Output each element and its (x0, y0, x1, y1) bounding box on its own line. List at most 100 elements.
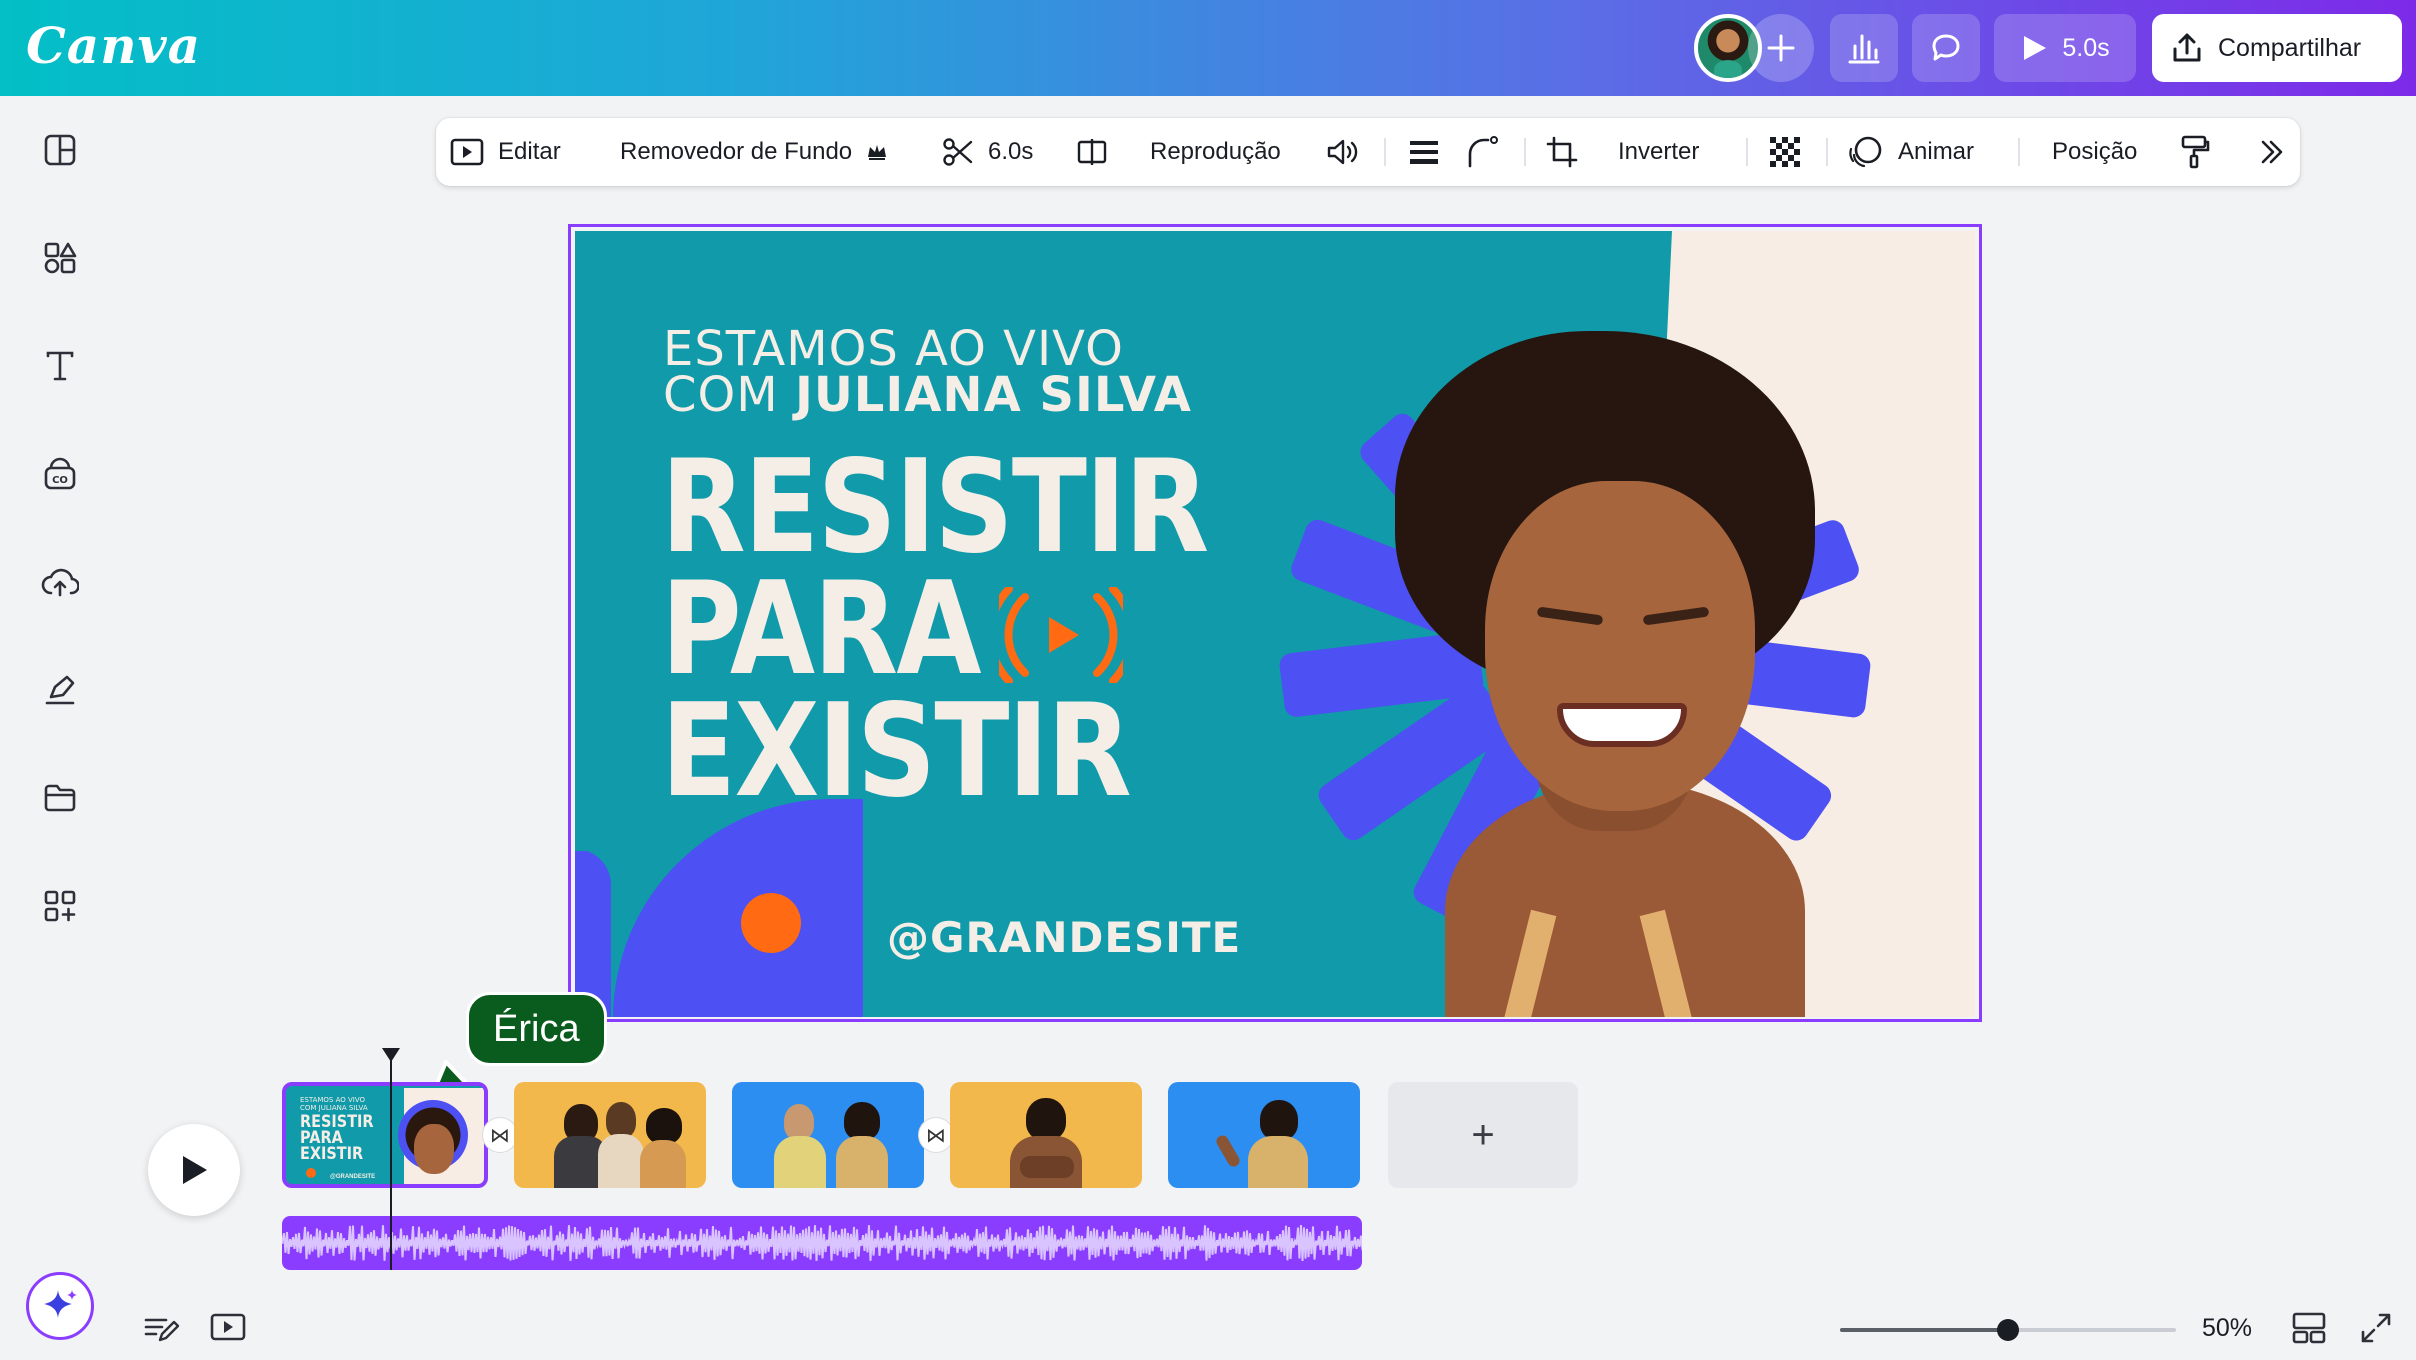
audio-waveform (282, 1225, 1362, 1261)
checkerboard-icon (1770, 137, 1800, 167)
border-style-button[interactable] (1408, 118, 1440, 186)
animate-icon (1849, 136, 1882, 168)
timeline-clip-5[interactable] (1168, 1082, 1360, 1188)
toolbar-divider (1826, 138, 1828, 166)
timeline-clip-3[interactable] (732, 1082, 924, 1188)
context-toolbar: Editar Removedor de Fundo 6.0s Reproduçã… (436, 118, 2300, 186)
fullscreen-button[interactable] (2360, 1312, 2392, 1349)
timeline-clip-1[interactable]: ESTAMOS AO VIVO COM JULIANA SILVA RESISTI… (282, 1082, 488, 1188)
woman-photo[interactable] (1335, 311, 1895, 1017)
live-broadcast-icon[interactable] (999, 587, 1123, 683)
split-frame-icon (1077, 139, 1107, 165)
zoom-percentage[interactable]: 50% (2202, 1314, 2252, 1343)
headline-line-3[interactable]: EXISTIR (661, 688, 1132, 816)
zoom-slider-knob[interactable] (1997, 1319, 2019, 1341)
headline-line-1[interactable]: RESISTIR (661, 444, 1209, 572)
split-duration-button[interactable]: 6.0s (942, 118, 1033, 186)
flip-button[interactable]: Inverter (1618, 118, 1699, 186)
crop-frame-button[interactable] (1076, 118, 1108, 186)
play-icon (183, 1156, 207, 1184)
draw-icon[interactable] (40, 670, 80, 710)
left-rail: CO (0, 96, 120, 1360)
animate-button[interactable]: Animar (1848, 118, 1974, 186)
background-remover-button[interactable]: Removedor de Fundo (620, 118, 888, 186)
headline-line-2[interactable]: PARA (661, 566, 982, 694)
plus-icon (1767, 34, 1795, 62)
apps-icon[interactable] (40, 886, 80, 926)
zoom-slider[interactable] (1840, 1319, 2176, 1341)
magic-assistant-button[interactable] (26, 1272, 94, 1340)
canva-logo[interactable]: Canva (26, 16, 201, 75)
add-clip-button[interactable]: + (1388, 1082, 1578, 1188)
toolbar-divider (2018, 138, 2020, 166)
svg-text:CO: CO (52, 475, 68, 486)
clip1-subtitle: ESTAMOS AO VIVO COM JULIANA SILVA (300, 1096, 368, 1112)
share-button[interactable]: Compartilhar (2152, 14, 2402, 82)
upload-icon (2173, 33, 2201, 62)
audio-track[interactable] (282, 1216, 1362, 1270)
clip1-t3: EXISTIR (300, 1144, 364, 1164)
position-button[interactable]: Posição (2052, 118, 2137, 186)
crop-icon (1546, 136, 1578, 168)
top-bar: Canva 5.0s Compartilhar (0, 0, 2416, 96)
transition-button[interactable]: ⋈ (483, 1118, 517, 1152)
edit-label: Editar (498, 138, 561, 165)
crop-button[interactable] (1546, 118, 1578, 186)
playhead[interactable] (390, 1048, 392, 1270)
zoom-slider-fill (1840, 1328, 2008, 1332)
playhead-handle[interactable] (382, 1048, 400, 1062)
transparency-button[interactable] (1768, 118, 1802, 186)
more-tools-button[interactable] (2258, 118, 2286, 186)
corner-rounding-button[interactable] (1466, 118, 1500, 186)
bar-chart-icon (1848, 34, 1880, 64)
video-frame-icon (210, 1313, 246, 1341)
grid-view-icon (2292, 1312, 2326, 1344)
timeline-clip-4[interactable] (950, 1082, 1142, 1188)
orange-dot (741, 893, 801, 953)
timeline-play-button[interactable] (148, 1124, 240, 1216)
duration-label: 6.0s (988, 138, 1034, 165)
line-weight-icon (1410, 141, 1438, 164)
selected-page-frame[interactable]: ESTAMOS AO VIVO COM JULIANA SILVA RESIST… (568, 224, 1982, 1022)
elements-icon[interactable] (40, 238, 80, 278)
play-icon (2024, 36, 2047, 60)
blue-half-circle-shape (613, 799, 863, 1017)
comments-button[interactable] (1912, 14, 1980, 82)
brand-icon[interactable]: CO (40, 454, 80, 494)
clip1-line2: COM JULIANA SILVA (300, 1104, 368, 1112)
insights-button[interactable] (1830, 14, 1898, 82)
video-edit-icon (450, 138, 484, 166)
scissors-icon (943, 138, 973, 166)
chevrons-right-icon (2261, 140, 2283, 164)
timeline-toggle-button[interactable] (210, 1312, 246, 1347)
volume-button[interactable] (1326, 118, 1360, 186)
speaker-icon (1327, 139, 1358, 165)
notes-button[interactable] (144, 1314, 180, 1349)
layout-icon[interactable] (40, 130, 80, 170)
clip1-headline: RESISTIR PARA EXISTIR (300, 1114, 374, 1164)
design-canvas[interactable]: ESTAMOS AO VIVO COM JULIANA SILVA RESIST… (575, 231, 1975, 1017)
teal-cutout-shape (575, 791, 617, 851)
social-handle[interactable]: @GRANDESITE (887, 913, 1241, 962)
position-label: Posição (2052, 138, 2138, 165)
upload-cloud-icon[interactable] (40, 562, 80, 602)
notes-icon (144, 1318, 180, 1342)
copy-style-button[interactable] (2180, 118, 2210, 186)
clip1-handle: @GRANDESITE (330, 1174, 376, 1180)
playback-label: Reprodução (1150, 138, 1281, 165)
add-collaborator-button[interactable] (1748, 14, 1814, 82)
edit-button[interactable]: Editar (450, 118, 561, 186)
text-icon[interactable] (40, 346, 80, 386)
corner-radius-icon (1468, 136, 1498, 168)
grid-view-button[interactable] (2292, 1312, 2326, 1349)
collaborator-name-tag: Érica (466, 992, 607, 1066)
playback-button[interactable]: Reprodução (1150, 118, 1281, 186)
present-button[interactable]: 5.0s (1994, 14, 2136, 82)
toolbar-divider (1746, 138, 1748, 166)
present-duration: 5.0s (2062, 33, 2110, 62)
transition-button[interactable]: ⋈ (919, 1118, 953, 1152)
subtitle-line-2[interactable]: COM JULIANA SILVA (663, 367, 1192, 423)
folder-icon[interactable] (40, 778, 80, 818)
timeline-clip-2[interactable] (514, 1082, 706, 1188)
paint-roller-icon (2181, 135, 2210, 169)
